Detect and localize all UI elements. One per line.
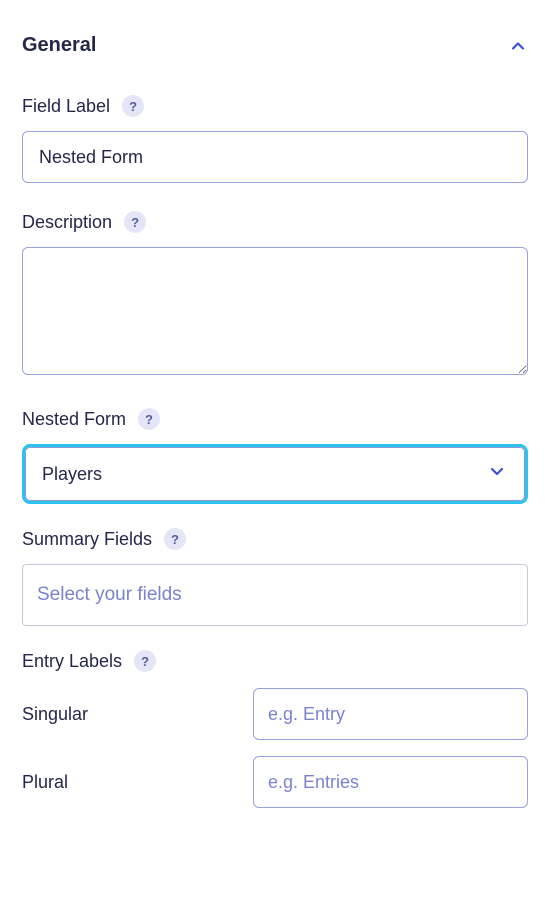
singular-label: Singular (22, 704, 88, 725)
field-label-label: Field Label (22, 96, 110, 117)
entry-labels-block: Entry Labels ? Singular Plural (22, 650, 528, 808)
section-title: General (22, 34, 96, 57)
chevron-up-icon (508, 36, 528, 56)
entry-labels-label: Entry Labels (22, 651, 122, 672)
summary-fields-label-row: Summary Fields ? (22, 528, 528, 550)
entry-labels-label-row: Entry Labels ? (22, 650, 528, 672)
plural-input[interactable] (253, 756, 528, 808)
nested-form-label: Nested Form (22, 409, 126, 430)
help-icon[interactable]: ? (122, 95, 144, 117)
help-icon[interactable]: ? (164, 528, 186, 550)
plural-label: Plural (22, 772, 68, 793)
field-label-row: Field Label ? (22, 95, 528, 117)
summary-fields-placeholder: Select your fields (37, 584, 182, 606)
nested-form-select-value: Players (42, 464, 102, 485)
summary-fields-input[interactable]: Select your fields (22, 564, 528, 626)
field-label-input[interactable] (22, 131, 528, 183)
nested-form-block: Nested Form ? Players (22, 408, 528, 504)
singular-input[interactable] (253, 688, 528, 740)
help-icon[interactable]: ? (124, 211, 146, 233)
summary-fields-label: Summary Fields (22, 529, 152, 550)
field-label-block: Field Label ? (22, 95, 528, 183)
general-settings-panel: General Field Label ? Description ? Nest… (0, 0, 550, 838)
plural-row: Plural (22, 756, 528, 808)
help-icon[interactable]: ? (138, 408, 160, 430)
singular-row: Singular (22, 688, 528, 740)
description-block: Description ? (22, 211, 528, 380)
nested-form-label-row: Nested Form ? (22, 408, 528, 430)
nested-form-select-wrap: Players (22, 444, 528, 504)
summary-fields-block: Summary Fields ? Select your fields (22, 528, 528, 626)
description-label-row: Description ? (22, 211, 528, 233)
description-textarea[interactable] (22, 247, 528, 375)
nested-form-select[interactable]: Players (25, 447, 525, 501)
help-icon[interactable]: ? (134, 650, 156, 672)
section-header[interactable]: General (22, 20, 528, 67)
description-label: Description (22, 212, 112, 233)
